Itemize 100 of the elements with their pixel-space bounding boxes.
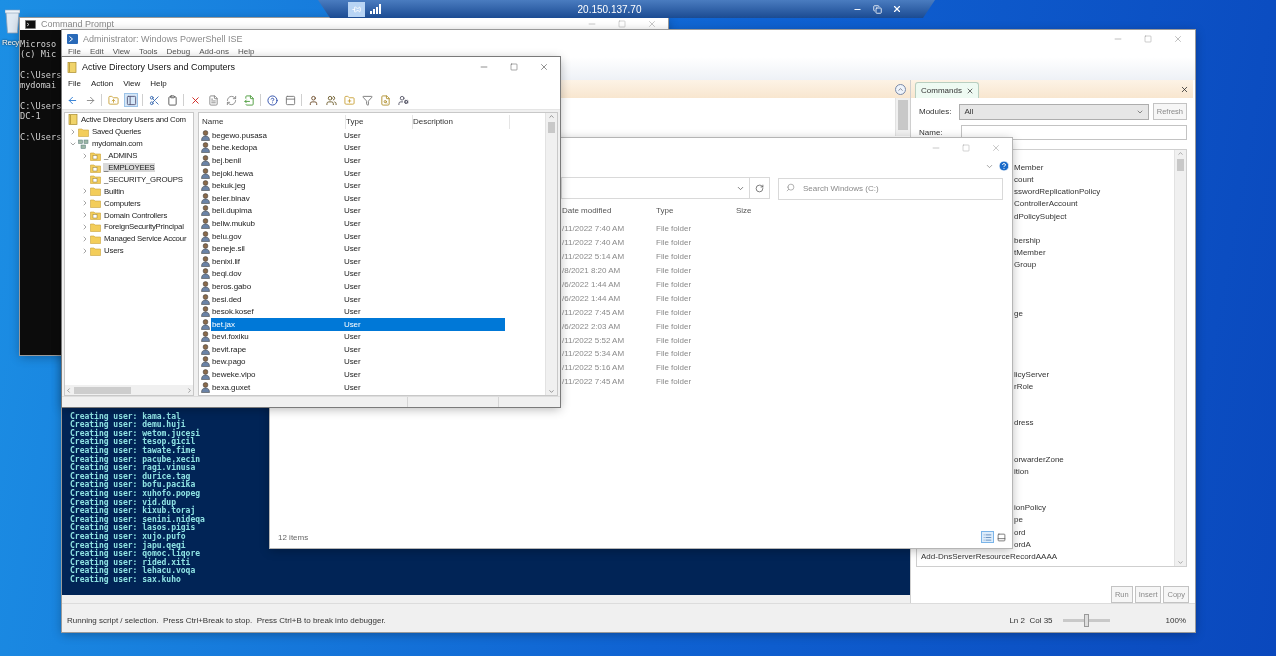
close-icon[interactable] xyxy=(1180,84,1189,94)
close-icon[interactable] xyxy=(965,86,974,95)
toolbar-button[interactable] xyxy=(165,93,179,107)
list-row[interactable]: begewo.pusasa User xyxy=(211,129,505,142)
command-item[interactable]: Member xyxy=(1014,162,1044,175)
command-item[interactable]: licyServer xyxy=(1014,368,1050,381)
list-row[interactable]: beros.gabo User xyxy=(211,280,505,293)
list-row[interactable]: bekuk.jeg User xyxy=(211,179,505,192)
command-item[interactable]: tMember xyxy=(1014,247,1046,260)
collapse-button[interactable] xyxy=(895,83,906,95)
name-field[interactable] xyxy=(960,125,1187,140)
scrollbar-thumb[interactable] xyxy=(547,122,556,133)
menu-item[interactable]: View xyxy=(112,47,130,57)
list-row[interactable]: belu.gov User xyxy=(211,229,505,243)
command-item[interactable]: dPolicySubject xyxy=(1014,210,1067,223)
toolbar-button[interactable] xyxy=(378,93,392,107)
scroll-up-icon[interactable] xyxy=(548,113,555,120)
menu-item[interactable]: Help xyxy=(150,77,167,91)
toolbar-button[interactable] xyxy=(124,93,138,107)
scroll-right-icon[interactable] xyxy=(186,386,193,394)
list-row[interactable]: benixi.lif User xyxy=(211,254,505,268)
scrollbar[interactable] xyxy=(65,385,193,395)
address-bar[interactable] xyxy=(561,177,750,199)
command-item[interactable]: Add-DnsServerResourceRecordAAAA xyxy=(921,550,1058,564)
list-row[interactable]: bej.benil User xyxy=(211,154,505,167)
toolbar-button[interactable] xyxy=(242,93,256,107)
column-header[interactable]: Name xyxy=(202,115,346,129)
command-item[interactable]: orwarderZone xyxy=(1014,453,1064,466)
command-item[interactable]: pe xyxy=(1014,514,1023,527)
commands-tab[interactable]: Commands xyxy=(915,82,979,98)
list-row[interactable]: bexa.guxet User xyxy=(211,380,505,394)
scroll-left-icon[interactable] xyxy=(65,386,72,394)
list-row[interactable]: besi.ded User xyxy=(211,292,505,306)
command-item[interactable]: bership xyxy=(1014,234,1041,248)
command-item[interactable]: rRole xyxy=(1014,380,1034,393)
list-row[interactable]: bet.jax User xyxy=(211,317,505,331)
command-item[interactable]: ordA xyxy=(1014,538,1031,551)
scrollbar[interactable] xyxy=(545,113,557,395)
refresh-button[interactable] xyxy=(750,177,770,199)
menu-item[interactable]: Tools xyxy=(138,47,158,57)
scrollbar-thumb[interactable] xyxy=(898,100,908,130)
command-item[interactable]: count xyxy=(1014,174,1034,187)
scrollbar-thumb[interactable] xyxy=(1176,159,1185,171)
list-row[interactable]: beliw.mukub User xyxy=(211,217,505,230)
toolbar-button[interactable] xyxy=(265,93,279,107)
list-row[interactable]: bevit.rape User xyxy=(211,343,505,356)
scroll-up-icon[interactable] xyxy=(1177,150,1184,157)
menu-item[interactable]: Edit xyxy=(89,47,104,57)
toolbar-button[interactable] xyxy=(396,93,410,107)
menu-item[interactable]: Add-ons xyxy=(199,47,229,57)
toolbar-button[interactable] xyxy=(224,93,238,107)
toolbar-button[interactable] xyxy=(324,93,338,107)
toolbar-button[interactable] xyxy=(360,93,374,107)
list-row[interactable]: bevi.foxiku User xyxy=(211,330,505,344)
slider-thumb[interactable] xyxy=(1084,613,1090,627)
column-header[interactable]: Description xyxy=(413,115,510,129)
list-row[interactable]: beler.binav User xyxy=(211,191,505,205)
toolbar-button[interactable] xyxy=(206,93,220,107)
command-item[interactable]: dress xyxy=(1014,417,1034,430)
menu-item[interactable]: File xyxy=(68,77,81,91)
menu-item[interactable]: View xyxy=(123,77,141,91)
list-row[interactable]: beqi.dov User xyxy=(211,267,505,281)
column-header[interactable]: Type xyxy=(656,205,736,215)
menu-item[interactable]: File xyxy=(68,47,81,57)
preview-view-button[interactable] xyxy=(995,531,1008,543)
toolbar-button[interactable] xyxy=(283,93,297,107)
list-row[interactable]: beneje.sil User xyxy=(211,242,505,255)
pin-button[interactable] xyxy=(348,1,365,17)
column-header[interactable]: Date modified xyxy=(562,205,656,215)
list-row[interactable]: beli.dupima User xyxy=(211,204,505,218)
scroll-down-icon[interactable] xyxy=(548,388,555,395)
details-view-button[interactable] xyxy=(981,531,994,543)
search-field[interactable]: Search Windows (C:) xyxy=(778,177,1003,200)
console-line: C:\Users xyxy=(20,131,62,142)
user-icon xyxy=(201,331,210,343)
help-icon[interactable] xyxy=(998,160,1010,172)
scrollbar[interactable] xyxy=(1174,150,1186,566)
recycle-bin-icon[interactable] xyxy=(5,8,20,34)
list-row[interactable]: beweke.vipo User xyxy=(211,368,505,381)
list-row[interactable]: bejoki.hewa User xyxy=(211,166,505,180)
modules-dropdown[interactable]: All xyxy=(959,103,1149,120)
menu-item[interactable]: Action xyxy=(90,77,114,91)
menu-item[interactable]: Debug xyxy=(166,47,191,57)
list-row[interactable]: bew.pago User xyxy=(211,355,505,369)
command-item[interactable]: sswordReplicationPolicy xyxy=(1014,186,1101,199)
column-header[interactable]: Size xyxy=(736,205,796,215)
toolbar-button[interactable] xyxy=(147,93,161,107)
command-item[interactable]: Group xyxy=(1014,259,1037,272)
list-row[interactable]: besok.kosef User xyxy=(211,305,505,318)
scrollbar[interactable] xyxy=(895,98,910,136)
command-item[interactable]: ord xyxy=(1014,526,1026,539)
command-item[interactable]: ControllerAccount xyxy=(1014,198,1078,211)
command-item[interactable]: ionPolicy xyxy=(1014,502,1046,515)
menu-item[interactable]: Help xyxy=(237,47,255,57)
column-header[interactable]: Type xyxy=(346,115,413,129)
scroll-down-icon[interactable] xyxy=(1177,559,1184,566)
organizational-unit-icon xyxy=(90,210,101,221)
command-item[interactable]: ge xyxy=(1014,307,1023,320)
list-row[interactable]: behe.kedopa User xyxy=(211,141,505,155)
command-item[interactable]: ition xyxy=(1014,465,1029,478)
